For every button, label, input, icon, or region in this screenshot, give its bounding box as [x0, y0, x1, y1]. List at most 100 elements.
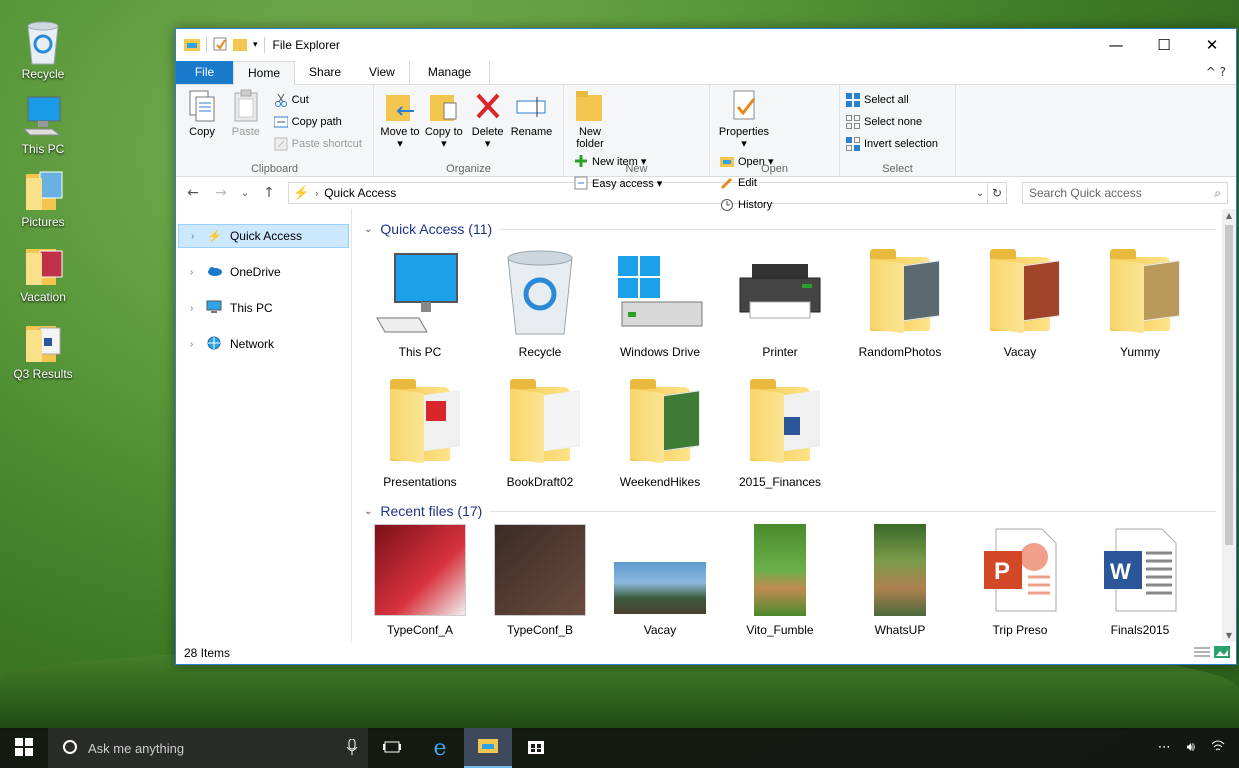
new-folder-button[interactable]: New folder	[570, 89, 610, 150]
tab-view[interactable]: View	[355, 61, 409, 84]
copy-button[interactable]: Copy	[182, 89, 222, 138]
tile-vacay-photo[interactable]: Vacay	[600, 519, 720, 642]
back-arrow-icon[interactable]: ←	[184, 185, 202, 201]
details-view-icon[interactable]	[1194, 646, 1210, 661]
tile-windows-drive[interactable]: Windows Drive	[600, 235, 720, 365]
desktop-icon-vacation[interactable]: Vacation	[4, 243, 82, 304]
folder-icon	[732, 375, 828, 469]
expand-chevron-icon[interactable]: ›	[190, 303, 198, 314]
select-all-button[interactable]: Select all	[846, 91, 938, 109]
task-view-button[interactable]	[368, 728, 416, 768]
tile-presentations[interactable]: Presentations	[360, 365, 480, 495]
tile-typeconf-b[interactable]: TypeConf_B	[480, 519, 600, 642]
collapse-chevron-icon[interactable]: ⌄	[364, 224, 372, 235]
nav-item-onedrive[interactable]: › OneDrive	[176, 260, 351, 284]
tab-home[interactable]: Home	[233, 61, 296, 85]
maximize-button[interactable]: ☐	[1140, 29, 1188, 61]
customize-toolbar-icon[interactable]: ▾	[253, 40, 258, 50]
minimize-button[interactable]: —	[1092, 29, 1140, 61]
store-taskbar-button[interactable]	[512, 728, 560, 768]
ribbon-tabs: File Home Share View Manage ^ ?	[176, 61, 1236, 85]
explorer-app-icon	[184, 37, 200, 54]
desktop-icon-q3-results[interactable]: Q3 Results	[4, 320, 82, 381]
easy-access-button[interactable]: Easy access ▾	[574, 174, 662, 192]
desktop-icon-this-pc[interactable]: This PC	[4, 95, 82, 156]
cut-button[interactable]: Cut	[274, 91, 362, 109]
show-hidden-icons-icon[interactable]: ⋯	[1158, 740, 1171, 756]
recent-locations-chevron-icon[interactable]: ⌄	[240, 188, 250, 199]
close-button[interactable]: ✕	[1188, 29, 1236, 61]
up-arrow-icon[interactable]: ↑	[260, 185, 278, 201]
expand-chevron-icon[interactable]: ›	[190, 339, 198, 350]
copy-to-button[interactable]: Copy to ▾	[424, 89, 464, 150]
forward-arrow-icon[interactable]: →	[212, 185, 230, 201]
title-bar[interactable]: ▾ File Explorer — ☐ ✕	[176, 29, 1236, 61]
rename-button[interactable]: Rename	[511, 89, 552, 138]
tab-share[interactable]: Share	[295, 61, 355, 84]
scroll-up-icon[interactable]: ▲	[1222, 211, 1236, 220]
scroll-down-icon[interactable]: ▼	[1222, 631, 1236, 640]
paste-shortcut-button[interactable]: Paste shortcut	[274, 135, 362, 153]
scrollbar-thumb[interactable]	[1225, 225, 1233, 545]
delete-button[interactable]: Delete ▾	[468, 89, 508, 150]
desktop-icon-pictures[interactable]: Pictures	[4, 168, 82, 229]
tile-randomphotos[interactable]: RandomPhotos	[840, 235, 960, 365]
tile-whatsup[interactable]: WhatsUP	[840, 519, 960, 642]
tile-printer[interactable]: Printer	[720, 235, 840, 365]
tile-this-pc[interactable]: This PC	[360, 235, 480, 365]
nav-item-network[interactable]: › Network	[176, 332, 351, 356]
invert-selection-label: Invert selection	[864, 138, 938, 150]
collapse-chevron-icon[interactable]: ⌄	[364, 506, 372, 517]
move-to-button[interactable]: Move to ▾	[380, 89, 420, 150]
copy-path-button[interactable]: Copy path	[273, 113, 362, 131]
wifi-icon[interactable]	[1211, 740, 1225, 756]
content-pane: ⌄ Quick Access (11) This PC Recycle Wind…	[352, 209, 1236, 642]
nav-item-this-pc[interactable]: › This PC	[176, 296, 351, 320]
refresh-button[interactable]: ↻	[987, 182, 1007, 204]
tile-label: Yummy	[1119, 345, 1160, 359]
tile-yummy[interactable]: Yummy	[1080, 235, 1200, 365]
paste-button[interactable]: Paste	[226, 89, 266, 138]
nav-item-quick-access[interactable]: › ⚡ Quick Access	[178, 224, 349, 248]
breadcrumb-chevron-icon[interactable]: ›	[315, 188, 318, 198]
start-button[interactable]	[0, 728, 48, 768]
select-none-icon	[846, 115, 860, 129]
properties-quick-icon[interactable]	[213, 37, 227, 54]
cortana-search-box[interactable]: Ask me anything	[48, 728, 368, 768]
new-folder-quick-icon[interactable]	[233, 37, 247, 54]
monitor-icon	[206, 300, 222, 317]
tile-vacay-folder[interactable]: Vacay	[960, 235, 1080, 365]
edit-button[interactable]: Edit	[720, 174, 774, 192]
move-to-icon	[384, 89, 416, 123]
copy-path-label: Copy path	[291, 116, 342, 128]
tile-recycle[interactable]: Recycle	[480, 235, 600, 365]
file-explorer-taskbar-button[interactable]	[464, 728, 512, 768]
breadcrumb-quick-access[interactable]: Quick Access	[324, 186, 396, 200]
properties-button[interactable]: Properties ▾	[716, 89, 772, 150]
tab-file[interactable]: File	[176, 61, 233, 84]
expand-chevron-icon[interactable]: ›	[190, 267, 198, 278]
tile-2015-finances[interactable]: 2015_Finances	[720, 365, 840, 495]
ribbon-collapse-help[interactable]: ^ ?	[1206, 65, 1226, 79]
tile-bookdraft02[interactable]: BookDraft02	[480, 365, 600, 495]
tile-finals2015[interactable]: W Finals2015	[1080, 519, 1200, 642]
tile-trip-preso[interactable]: P Trip Preso	[960, 519, 1080, 642]
tab-manage[interactable]: Manage	[408, 61, 491, 84]
status-bar: 28 Items	[176, 642, 1236, 664]
large-icons-view-icon[interactable]	[1214, 645, 1230, 661]
invert-selection-button[interactable]: Invert selection	[846, 135, 938, 153]
cut-label: Cut	[291, 94, 309, 106]
section-header-recent-files[interactable]: ⌄ Recent files (17)	[364, 503, 1236, 519]
expand-chevron-icon[interactable]: ›	[191, 231, 199, 242]
desktop-icon-recycle[interactable]: Recycle	[4, 20, 82, 81]
volume-icon[interactable]: 🔊︎	[1187, 740, 1195, 756]
edge-taskbar-button[interactable]: e	[416, 728, 464, 768]
search-box[interactable]: Search Quick access ⌕	[1022, 182, 1228, 204]
tile-weekendhikes[interactable]: WeekendHikes	[600, 365, 720, 495]
vertical-scrollbar[interactable]: ▲ ▼	[1222, 209, 1236, 642]
microphone-icon[interactable]	[346, 738, 358, 758]
address-dropdown-icon[interactable]: ⌄	[973, 188, 987, 199]
select-none-button[interactable]: Select none	[846, 113, 938, 131]
tile-vito-fumble[interactable]: Vito_Fumble	[720, 519, 840, 642]
tile-typeconf-a[interactable]: TypeConf_A	[360, 519, 480, 642]
